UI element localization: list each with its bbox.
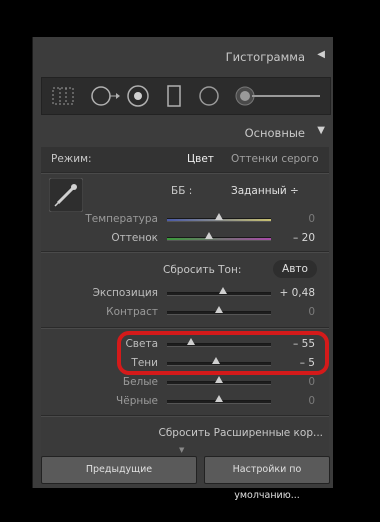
wb-select[interactable]: Заданный ÷ bbox=[231, 185, 299, 197]
spot-removal-icon[interactable] bbox=[90, 85, 120, 107]
grid-crop-icon[interactable] bbox=[52, 87, 74, 105]
blacks-value[interactable]: 0 bbox=[275, 395, 315, 407]
divider bbox=[41, 251, 329, 253]
temperature-value[interactable]: 0 bbox=[275, 213, 315, 225]
tint-value[interactable]: – 20 bbox=[275, 232, 315, 244]
wb-label: ББ : bbox=[171, 185, 193, 197]
treatment-row: Режим: Цвет Оттенки серого bbox=[41, 147, 329, 172]
triangle-left-icon[interactable]: ◀ bbox=[317, 49, 325, 60]
reset-tone-label: Сбросить Тон: bbox=[163, 264, 242, 276]
histogram-title: Гистограмма bbox=[225, 50, 305, 64]
adjustment-brush-icon[interactable] bbox=[234, 85, 324, 107]
contrast-label: Контраст bbox=[106, 306, 158, 318]
temperature-label: Температура bbox=[85, 213, 158, 225]
basic-panel: Режим: Цвет Оттенки серого ББ : Заданный… bbox=[41, 147, 329, 457]
develop-right-panel: Гистограмма ◀ Основные ▼ Режим: Цвет Отт… bbox=[32, 37, 333, 501]
divider bbox=[41, 327, 329, 329]
basic-title: Основные bbox=[244, 126, 305, 140]
red-eye-icon[interactable] bbox=[126, 84, 150, 108]
contrast-value[interactable]: 0 bbox=[275, 306, 315, 318]
basic-header[interactable]: Основные ▼ bbox=[33, 119, 333, 143]
temperature-thumb[interactable] bbox=[215, 213, 223, 220]
scroll-down-icon[interactable]: ▼ bbox=[179, 446, 184, 454]
exposure-value[interactable]: + 0,48 bbox=[275, 287, 315, 299]
divider bbox=[41, 172, 329, 174]
exposure-label: Экспозиция bbox=[92, 287, 158, 299]
treatment-bw-option[interactable]: Оттенки серого bbox=[231, 153, 319, 165]
contrast-thumb[interactable] bbox=[215, 306, 223, 313]
histogram-header[interactable]: Гистограмма ◀ bbox=[33, 43, 333, 67]
wb-eyedropper-icon[interactable] bbox=[49, 178, 83, 212]
graduated-filter-icon[interactable] bbox=[166, 84, 182, 108]
defaults-button[interactable]: Настройки по умолчанию... bbox=[204, 456, 330, 501]
divider bbox=[41, 415, 329, 417]
auto-tone-button[interactable]: Авто bbox=[273, 260, 317, 278]
exposure-thumb[interactable] bbox=[219, 287, 227, 294]
treatment-label: Режим: bbox=[51, 153, 92, 165]
tool-strip bbox=[41, 77, 331, 115]
previous-button[interactable]: Предыдущие bbox=[41, 456, 197, 484]
blacks-label: Чёрные bbox=[116, 395, 158, 407]
reset-advanced-button[interactable]: Сбросить Расширенные кор... bbox=[159, 427, 324, 439]
radial-filter-icon[interactable] bbox=[197, 84, 221, 108]
whites-thumb[interactable] bbox=[215, 376, 223, 383]
whites-value[interactable]: 0 bbox=[275, 376, 315, 388]
triangle-down-icon[interactable]: ▼ bbox=[317, 125, 325, 136]
annotation-highlight bbox=[117, 331, 329, 375]
tint-slider[interactable] bbox=[167, 237, 271, 241]
whites-label: Белые bbox=[122, 376, 158, 388]
tint-label: Оттенок bbox=[111, 232, 158, 244]
treatment-color-option[interactable]: Цвет bbox=[187, 153, 214, 165]
blacks-thumb[interactable] bbox=[215, 395, 223, 402]
tint-thumb[interactable] bbox=[205, 232, 213, 239]
